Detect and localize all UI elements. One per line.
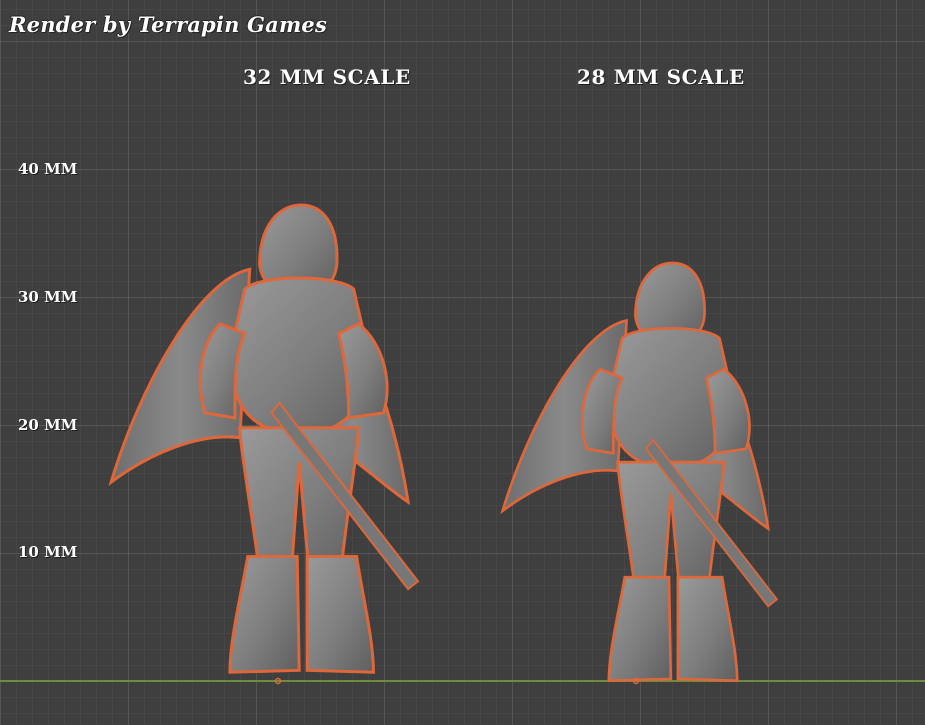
viewport: Render by Terrapin Games 32 MM SCALE 28 … (0, 0, 925, 725)
figures-layer (109, 203, 779, 685)
miniature-28mm (501, 261, 779, 683)
origin-marker-left (274, 677, 282, 685)
miniature-32mm (109, 203, 420, 674)
